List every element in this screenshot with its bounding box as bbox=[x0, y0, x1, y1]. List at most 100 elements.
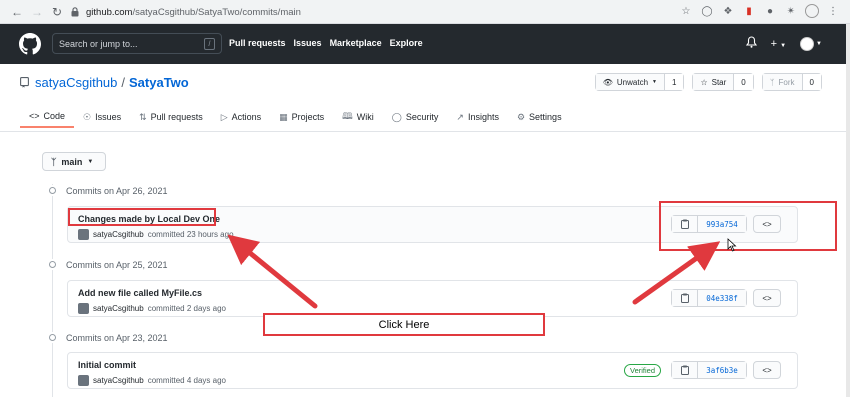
commit-sha-link[interactable]: 04e338f bbox=[698, 290, 746, 306]
commit-dot-icon bbox=[47, 259, 58, 270]
bookmark-star-icon[interactable]: ☆ bbox=[679, 4, 693, 18]
watchers-count[interactable]: 1 bbox=[664, 74, 684, 90]
copy-sha-button[interactable] bbox=[672, 290, 698, 306]
browse-repo-at-commit-button[interactable]: <> bbox=[753, 361, 781, 379]
nav-explore[interactable]: Explore bbox=[390, 38, 423, 48]
shield-icon: ◯ bbox=[391, 111, 402, 122]
watch-button-group: 👁 Unwatch ▼ 1 bbox=[594, 73, 685, 91]
chevron-down-icon: ▼ bbox=[816, 40, 822, 47]
commit-dot-icon bbox=[47, 185, 58, 196]
code-icon: <> bbox=[762, 365, 772, 375]
avatar bbox=[78, 303, 89, 314]
repo-icon bbox=[20, 77, 29, 88]
commit-group-heading: Commits on Apr 26, 2021 bbox=[47, 185, 168, 196]
tab-settings[interactable]: ⚙ Settings bbox=[508, 106, 571, 128]
commit-row: Add new file called MyFile.cs satyaCsgit… bbox=[67, 280, 798, 317]
eye-icon: 👁 bbox=[602, 77, 613, 87]
github-header: Search or jump to... / Pull requests Iss… bbox=[0, 24, 850, 64]
chevron-down-icon: ▼ bbox=[780, 42, 787, 49]
tab-projects[interactable]: ▦ Projects bbox=[270, 106, 333, 128]
extension-icon[interactable]: ● bbox=[763, 4, 777, 18]
tab-actions[interactable]: ▷ Actions bbox=[212, 106, 270, 128]
code-icon: <> bbox=[762, 293, 772, 303]
nav-marketplace[interactable]: Marketplace bbox=[330, 38, 382, 48]
puzzle-icon[interactable]: ✴ bbox=[784, 4, 798, 18]
annotation-highlight-commit-title bbox=[68, 208, 216, 226]
commit-sha-link[interactable]: 3af6b3e bbox=[698, 362, 746, 378]
repo-owner-link[interactable]: satyaCsgithub bbox=[35, 75, 117, 90]
play-icon: ▷ bbox=[220, 111, 228, 122]
commit-author-link[interactable]: satyaCsgithub bbox=[93, 304, 144, 313]
forward-icon[interactable]: → bbox=[28, 3, 46, 21]
timeline-line bbox=[52, 184, 53, 397]
scrollbar[interactable] bbox=[846, 24, 850, 397]
profile-avatar[interactable] bbox=[805, 4, 819, 18]
project-icon: ▦ bbox=[279, 111, 288, 122]
mouse-pointer-icon bbox=[727, 238, 737, 252]
tab-pull-requests[interactable]: ⇅ Pull requests bbox=[130, 106, 212, 128]
nav-issues[interactable]: Issues bbox=[294, 38, 322, 48]
commit-row: Initial commit satyaCsgithub committed 4… bbox=[67, 352, 798, 389]
reload-icon[interactable]: ↻ bbox=[48, 3, 66, 21]
create-new-button[interactable]: + ▼ bbox=[771, 38, 786, 50]
commit-group-heading: Commits on Apr 25, 2021 bbox=[47, 259, 168, 270]
commit-group-heading: Commits on Apr 23, 2021 bbox=[47, 332, 168, 343]
star-icon: ☆ bbox=[700, 77, 708, 87]
book-icon: 🕮 bbox=[342, 111, 353, 121]
commit-author-link[interactable]: satyaCsgithub bbox=[93, 376, 144, 385]
back-icon[interactable]: ← bbox=[8, 3, 26, 21]
annotation-callout: Click Here bbox=[263, 313, 545, 336]
fork-button[interactable]: ᛉ Fork bbox=[762, 74, 803, 90]
tab-insights[interactable]: ↗ Insights bbox=[447, 106, 508, 128]
clipboard-icon bbox=[680, 365, 689, 375]
unwatch-button[interactable]: 👁 Unwatch ▼ bbox=[595, 74, 665, 90]
browse-repo-at-commit-button[interactable]: <> bbox=[753, 289, 781, 307]
fork-button-group: ᛉ Fork 0 bbox=[761, 73, 822, 91]
branch-icon: ᛉ bbox=[51, 156, 57, 167]
chevron-down-icon: ▼ bbox=[652, 79, 657, 85]
forks-count[interactable]: 0 bbox=[802, 74, 821, 90]
star-button[interactable]: ☆ Star bbox=[693, 74, 735, 90]
chevron-down-icon: ▼ bbox=[87, 158, 94, 165]
url-path: /satyaCsgithub/SatyaTwo/commits/main bbox=[132, 6, 301, 18]
lock-icon bbox=[70, 7, 80, 17]
nav-pull-requests[interactable]: Pull requests bbox=[229, 38, 286, 48]
commit-dot-icon bbox=[47, 332, 58, 343]
slash-shortcut-key: / bbox=[204, 38, 215, 50]
avatar bbox=[78, 229, 89, 240]
graph-icon: ↗ bbox=[456, 111, 464, 122]
fork-icon: ᛉ bbox=[769, 77, 775, 87]
menu-dots-icon[interactable]: ⋮ bbox=[826, 4, 840, 18]
bell-icon[interactable] bbox=[745, 36, 757, 51]
browser-toolbar: ← → ↻ github.com/satyaCsgithub/SatyaTwo/… bbox=[0, 0, 850, 24]
verified-badge[interactable]: Verified bbox=[624, 364, 662, 377]
github-logo-icon[interactable] bbox=[19, 33, 41, 55]
tab-wiki[interactable]: 🕮 Wiki bbox=[333, 106, 383, 128]
avatar bbox=[78, 375, 89, 386]
gear-icon: ⚙ bbox=[516, 111, 526, 122]
pull-request-icon: ⇅ bbox=[139, 111, 147, 122]
address-bar[interactable]: github.com/satyaCsgithub/SatyaTwo/commit… bbox=[70, 3, 730, 21]
tab-security[interactable]: ◯ Security bbox=[383, 106, 448, 128]
user-menu[interactable]: ▼ bbox=[800, 36, 822, 51]
clipboard-icon bbox=[680, 293, 689, 303]
issue-icon: ☉ bbox=[83, 111, 92, 122]
repo-title: satyaCsgithub / SatyaTwo bbox=[20, 75, 189, 90]
commit-title-link[interactable]: Add new file called MyFile.cs bbox=[78, 288, 202, 298]
extension-icon[interactable]: ◯ bbox=[700, 4, 714, 18]
tab-code[interactable]: <> Code bbox=[20, 106, 75, 128]
search-input[interactable]: Search or jump to... / bbox=[52, 33, 222, 54]
tab-issues[interactable]: ☉ Issues bbox=[74, 106, 130, 128]
branch-select-button[interactable]: ᛉ main ▼ bbox=[42, 152, 106, 171]
repo-tabs: <> Code ☉ Issues ⇅ Pull requests ▷ Actions ▦… bbox=[20, 106, 571, 130]
code-icon: <> bbox=[29, 111, 40, 121]
repo-name-link[interactable]: SatyaTwo bbox=[129, 75, 189, 90]
commit-title-link[interactable]: Initial commit bbox=[78, 360, 136, 370]
avatar bbox=[800, 36, 815, 51]
stars-count[interactable]: 0 bbox=[734, 74, 753, 90]
extension-icon[interactable]: ❖ bbox=[721, 4, 735, 18]
commit-author-link[interactable]: satyaCsgithub bbox=[93, 230, 144, 239]
shield-extension-icon[interactable]: ▮ bbox=[742, 4, 756, 18]
url-domain: github.com bbox=[86, 6, 133, 18]
copy-sha-button[interactable] bbox=[672, 362, 698, 378]
